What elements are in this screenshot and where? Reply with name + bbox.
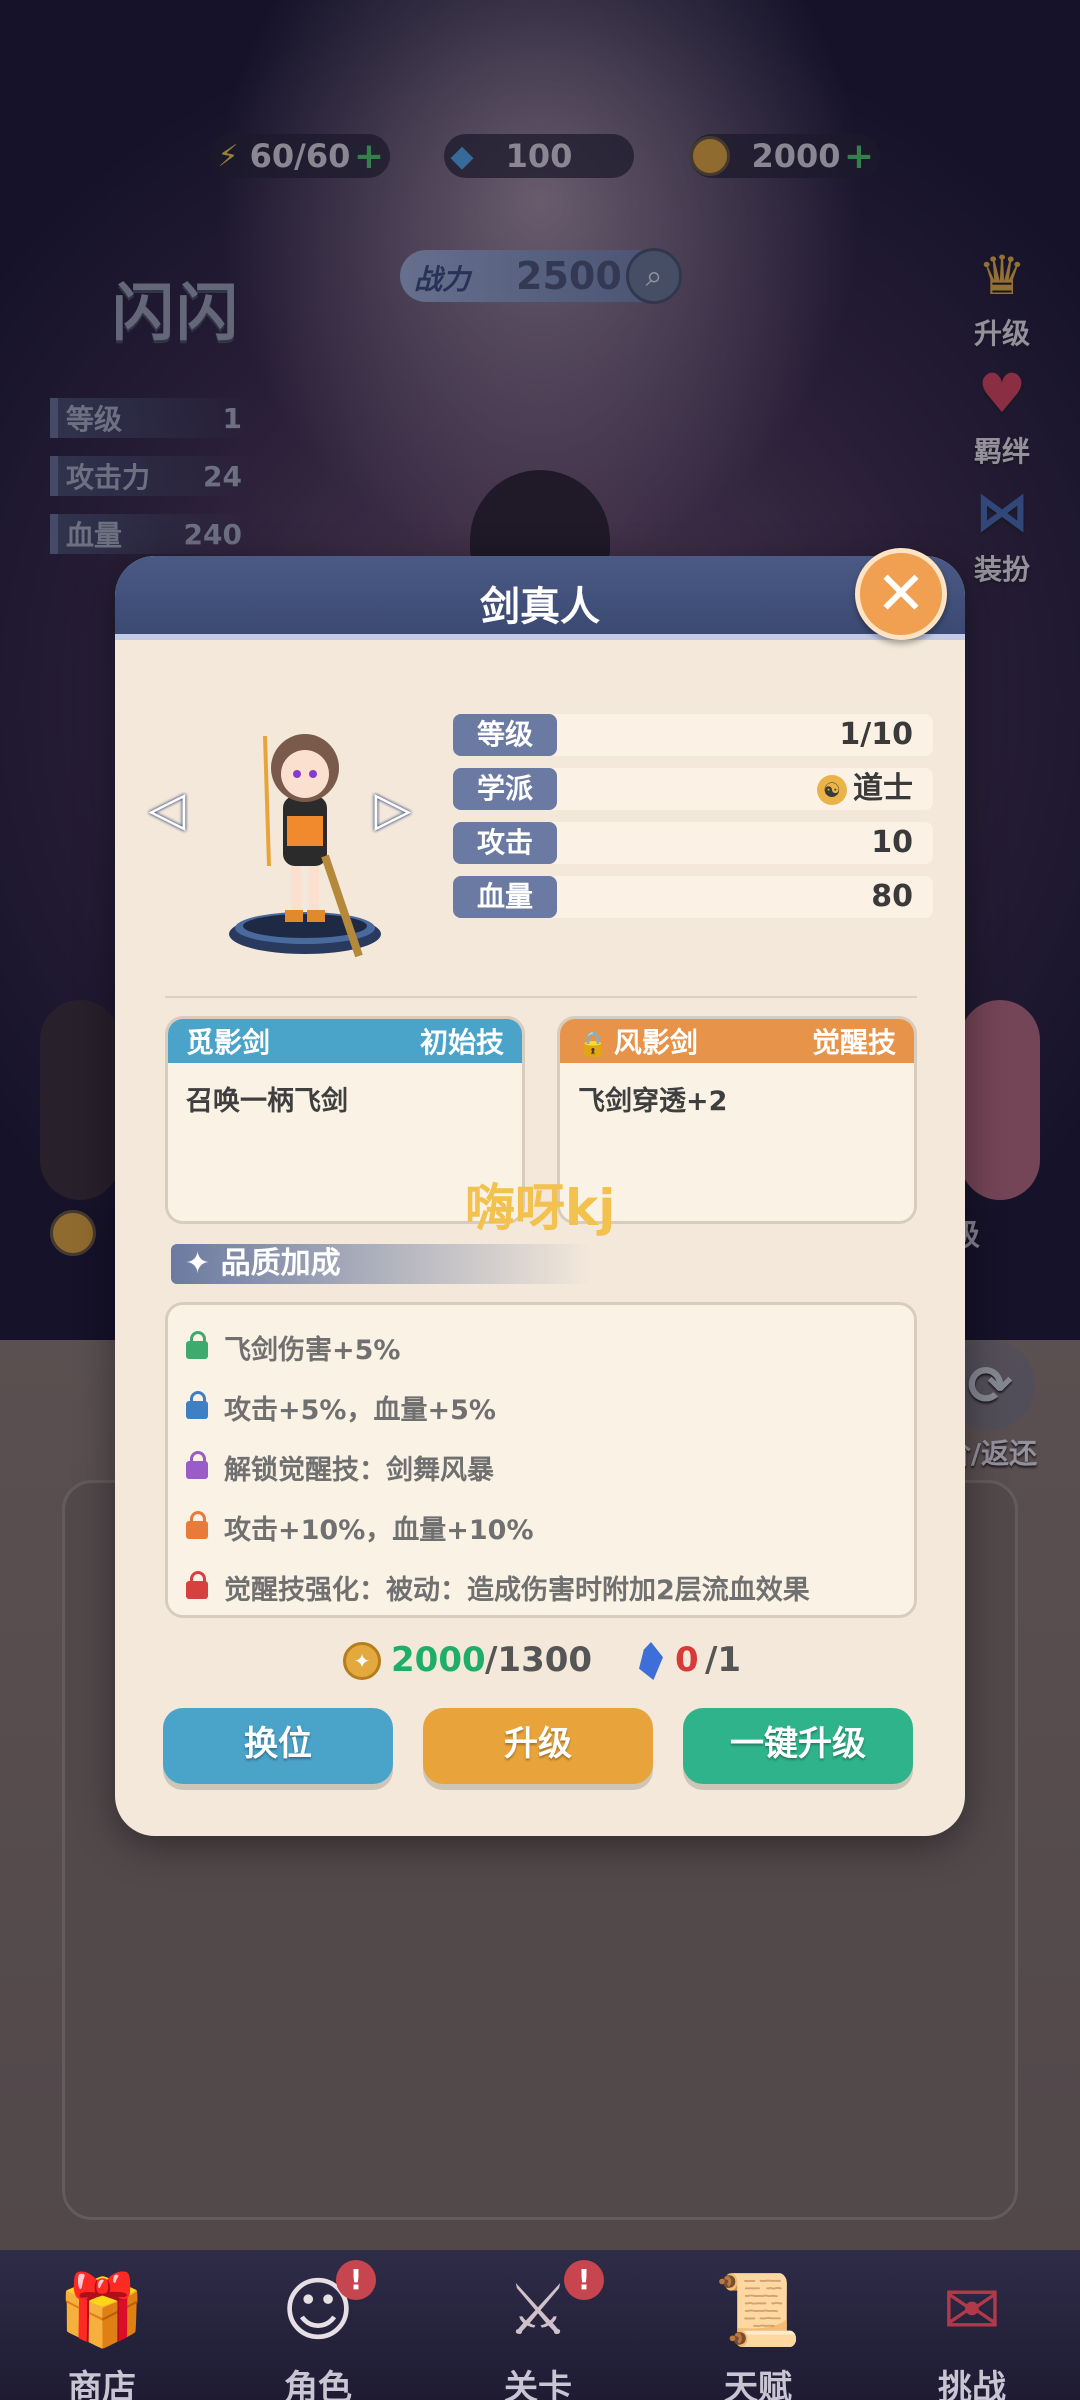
alert-badge: ! <box>336 2260 376 2300</box>
modal-header: 剑真人 <box>115 556 965 640</box>
info-hp: 血量 80 <box>453 876 933 918</box>
gift-box-icon: 🎁 <box>58 2268 146 2351</box>
gold-have: 2000 <box>391 1640 486 1680</box>
quality-item: 解锁觉醒技：剑舞风暴 <box>186 1447 494 1487</box>
nav-character[interactable]: ☺ 角色 ! <box>238 2260 398 2400</box>
nav-stage[interactable]: ⚔ 关卡 ! <box>458 2260 618 2400</box>
sparkle-icon: ✦ <box>185 1246 211 1281</box>
gold-coin-icon: ✦ <box>343 1642 381 1680</box>
alert-badge: ! <box>564 2260 604 2300</box>
lock-icon <box>186 1451 208 1479</box>
section-divider <box>165 996 917 998</box>
gold-need: /1300 <box>485 1640 593 1680</box>
skill-name: 风影剑 <box>613 1026 698 1059</box>
skill-desc: 召唤一柄飞剑 <box>186 1086 348 1117</box>
skill-tag: 觉醒技 <box>811 1026 896 1059</box>
lock-icon <box>186 1511 208 1539</box>
lock-icon <box>186 1391 208 1419</box>
nav-challenge[interactable]: ✉ 挑战 <box>892 2260 1052 2400</box>
crystal-icon <box>639 1642 663 1680</box>
info-attack: 攻击 10 <box>453 822 933 864</box>
skill-tag: 初始技 <box>419 1026 504 1059</box>
modal-title: 剑真人 <box>480 584 600 630</box>
quality-item: 攻击+10%，血量+10% <box>186 1507 534 1547</box>
skill-desc: 飞剑穿透+2 <box>578 1086 728 1117</box>
quality-bonus-header: ✦ 品质加成 <box>171 1244 591 1284</box>
upgrade-cost: ✦ 2000 /1300 0 /1 <box>115 1638 965 1688</box>
hero-detail-modal: 剑真人 ◁ ▷ 等级 1/10 学派 ☯ 道士 攻击 10 血量 80 觅影剑 … <box>115 556 965 1836</box>
skill-name: 觅影剑 <box>186 1026 271 1059</box>
nav-talent[interactable]: 📜 天赋 <box>678 2260 838 2400</box>
scroll-icon: 📜 <box>714 2268 802 2351</box>
quality-item: 飞剑伤害+5% <box>186 1327 400 1367</box>
info-level: 等级 1/10 <box>453 714 933 756</box>
lock-icon <box>186 1331 208 1359</box>
auto-upgrade-button[interactable]: 一键升级 <box>683 1708 913 1784</box>
quality-item: 觉醒技强化：被动：造成伤害时附加2层流血效果 <box>186 1567 810 1607</box>
crystal-have: 0 <box>675 1640 699 1680</box>
taoist-school-icon: ☯ <box>817 774 847 805</box>
crystal-need: /1 <box>705 1640 742 1680</box>
nav-shop[interactable]: 🎁 商店 <box>22 2260 182 2400</box>
watermark-text: 嗨呀kj <box>465 1179 616 1237</box>
info-school: 学派 ☯ 道士 <box>453 768 933 810</box>
hero-portrait <box>205 706 405 966</box>
quality-item: 攻击+5%，血量+5% <box>186 1387 496 1427</box>
prev-hero-arrow-icon[interactable]: ◁ <box>147 781 187 837</box>
swap-button[interactable]: 换位 <box>163 1708 393 1784</box>
lock-icon <box>186 1571 208 1599</box>
quality-bonus-list: 飞剑伤害+5% 攻击+5%，血量+5% 解锁觉醒技：剑舞风暴 攻击+10%，血量… <box>165 1302 917 1618</box>
challenge-icon: ✉ <box>942 2269 1002 2351</box>
close-icon[interactable]: ✕ <box>855 548 947 640</box>
lock-icon: 🔒 <box>578 1030 608 1058</box>
upgrade-button[interactable]: 升级 <box>423 1708 653 1784</box>
